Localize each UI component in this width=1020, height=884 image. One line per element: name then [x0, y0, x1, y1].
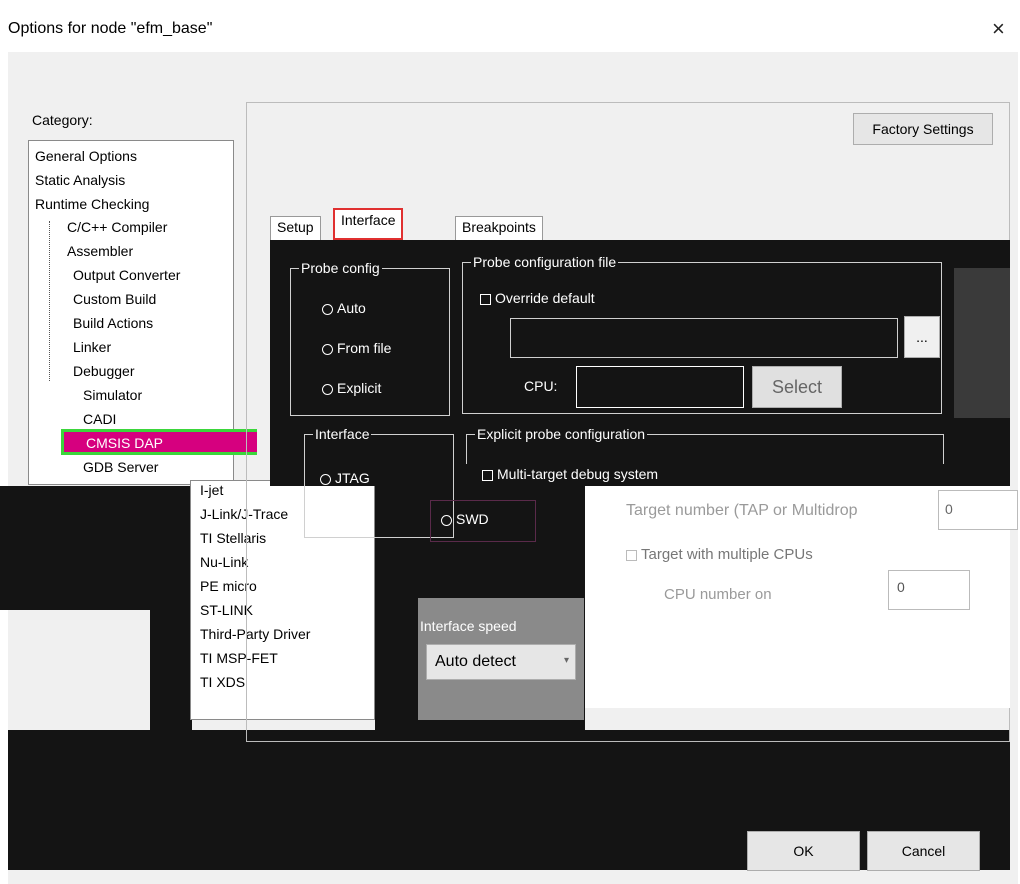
tab-breakpoints[interactable]: Breakpoints [455, 216, 543, 240]
cpu-input[interactable] [576, 366, 744, 408]
interface-option-swd[interactable]: SWD [430, 500, 536, 542]
ok-button[interactable]: OK [747, 831, 860, 871]
checkbox-icon [482, 469, 493, 481]
browse-button[interactable]: ... [904, 316, 940, 358]
probe-option-from-file-label: From file [337, 340, 392, 356]
cancel-button[interactable]: Cancel [867, 831, 980, 871]
category-item-cmsis-dap[interactable]: CMSIS DAP [61, 429, 257, 455]
driver-item-ijet[interactable]: I-jet [200, 482, 223, 498]
category-item-custom-build[interactable]: Custom Build [73, 291, 156, 307]
driver-item-st-link[interactable]: ST-LINK [200, 602, 253, 618]
probe-config-file-title: Probe configuration file [471, 254, 619, 270]
window-title: Options for node "efm_base" [8, 20, 213, 37]
category-list: General Options Static Analysis Runtime … [28, 140, 257, 485]
radio-icon [322, 343, 333, 355]
category-item-general-options[interactable]: General Options [35, 148, 137, 164]
category-item-static-analysis[interactable]: Static Analysis [35, 172, 125, 188]
tab-interface[interactable]: Interface [333, 208, 404, 240]
probe-option-explicit[interactable]: Explicit [322, 380, 381, 396]
radio-icon [320, 473, 331, 485]
category-item-build-actions[interactable]: Build Actions [73, 315, 153, 331]
probe-file-input[interactable] [510, 318, 898, 358]
radio-icon [322, 383, 333, 395]
checkbox-icon [480, 293, 491, 305]
interface-option-jtag[interactable]: JTAG [320, 470, 370, 486]
dark-panel-strip [150, 610, 192, 730]
category-item-runtime-checking[interactable]: Runtime Checking [35, 196, 149, 212]
interface-option-swd-label: SWD [456, 511, 489, 527]
override-default-label: Override default [495, 290, 595, 306]
category-item-debugger[interactable]: Debugger [73, 363, 135, 379]
interface-group-title: Interface [313, 426, 372, 442]
probe-option-from-file[interactable]: From file [322, 340, 391, 356]
multiple-cpus-checkbox[interactable]: Target with multiple CPUs [626, 546, 813, 563]
category-item-cadi[interactable]: CADI [83, 411, 116, 427]
category-item-gdb-server[interactable]: GDB Server [83, 459, 158, 475]
driver-item-nu-link[interactable]: Nu-Link [200, 554, 248, 570]
scroll-region [954, 268, 1010, 418]
override-default-checkbox[interactable]: Override default [480, 290, 595, 306]
tree-connector [49, 221, 50, 381]
driver-item-ti-xds[interactable]: TI XDS [200, 674, 245, 690]
category-item-compiler[interactable]: C/C++ Compiler [67, 219, 167, 235]
multiple-cpus-label: Target with multiple CPUs [641, 546, 813, 563]
explicit-probe-title: Explicit probe configuration [475, 426, 648, 442]
cpu-label: CPU: [524, 378, 558, 394]
factory-settings-button[interactable]: Factory Settings [853, 113, 993, 145]
probe-config-title: Probe config [299, 260, 382, 276]
multi-target-checkbox[interactable]: Multi-target debug system [482, 466, 658, 482]
target-number-label: Target number (TAP or Multidrop [626, 502, 858, 519]
dark-panel-left [0, 486, 190, 610]
cpu-number-input[interactable]: 0 [888, 570, 970, 610]
close-icon[interactable]: × [992, 16, 1005, 42]
tab-setup[interactable]: Setup [270, 216, 321, 240]
interface-speed-value: Auto detect [435, 653, 516, 670]
target-number-input[interactable]: 0 [938, 490, 1018, 530]
cpu-number-label: CPU number on [664, 586, 772, 603]
chevron-down-icon: ▾ [563, 655, 569, 666]
interface-option-jtag-label: JTAG [335, 470, 370, 486]
probe-option-auto-label: Auto [337, 300, 366, 316]
category-item-assembler[interactable]: Assembler [67, 243, 133, 259]
interface-speed-label: Interface speed [420, 618, 517, 634]
radio-icon [441, 514, 452, 526]
probe-option-auto[interactable]: Auto [322, 300, 366, 316]
radio-icon [322, 303, 333, 315]
probe-option-explicit-label: Explicit [337, 380, 382, 396]
select-cpu-button[interactable]: Select [752, 366, 842, 408]
category-label: Category: [32, 112, 93, 128]
category-item-simulator[interactable]: Simulator [83, 387, 142, 403]
interface-speed-select[interactable]: Auto detect ▾ [426, 644, 576, 680]
multi-target-label: Multi-target debug system [497, 466, 659, 482]
category-item-output-converter[interactable]: Output Converter [73, 267, 180, 283]
explicit-probe-group: Explicit probe configuration [466, 426, 944, 464]
checkbox-icon [626, 549, 637, 561]
category-item-linker[interactable]: Linker [73, 339, 111, 355]
